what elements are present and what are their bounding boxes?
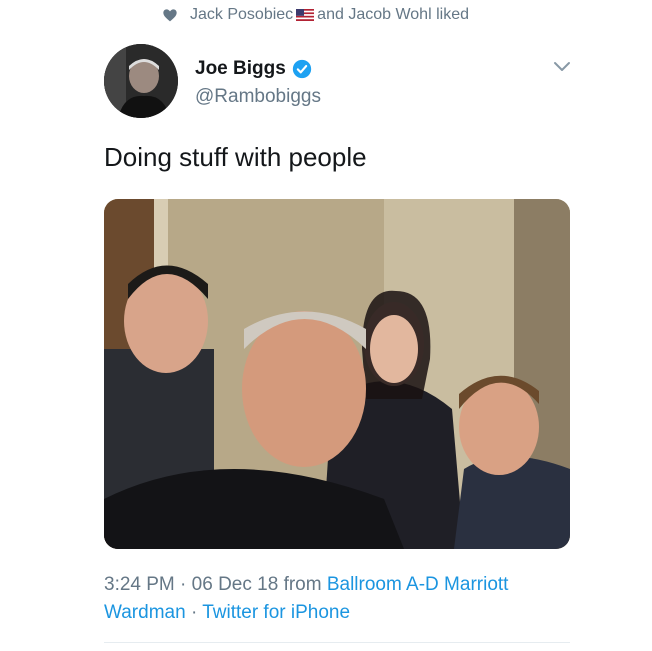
heart-icon xyxy=(163,9,177,22)
tweet-text: Doing stuff with people xyxy=(104,142,367,172)
tweet-meta: 3:24 PM · 06 Dec 18 from Ballroom A-D Ma… xyxy=(104,571,574,627)
verified-badge-icon xyxy=(292,59,311,79)
source-link[interactable]: Twitter for iPhone xyxy=(202,602,350,623)
tweet-date[interactable]: 06 Dec 18 xyxy=(192,574,279,595)
author-handle[interactable]: @Rambobiggs xyxy=(195,86,321,108)
chevron-down-icon[interactable] xyxy=(551,58,573,74)
social-context-row: Jack Posobiec and Jacob Wohl liked xyxy=(162,6,469,24)
liked-user-1-link[interactable]: Jack Posobiec xyxy=(190,6,293,24)
us-flag-icon xyxy=(296,9,315,21)
connector-text: and xyxy=(317,6,344,23)
author-name-row[interactable]: Joe Biggs xyxy=(195,58,312,80)
tweet-photo[interactable] xyxy=(104,199,570,549)
from-label: from xyxy=(283,574,322,595)
avatar[interactable] xyxy=(104,44,178,118)
author-display-name[interactable]: Joe Biggs xyxy=(195,58,286,80)
liked-user-2-link[interactable]: Jacob Wohl xyxy=(348,6,431,24)
separator-dot: · xyxy=(190,602,198,623)
liked-action-text: liked xyxy=(436,6,469,23)
tweet-time[interactable]: 3:24 PM xyxy=(104,574,175,595)
divider xyxy=(104,642,570,643)
separator-dot: · xyxy=(180,574,187,595)
